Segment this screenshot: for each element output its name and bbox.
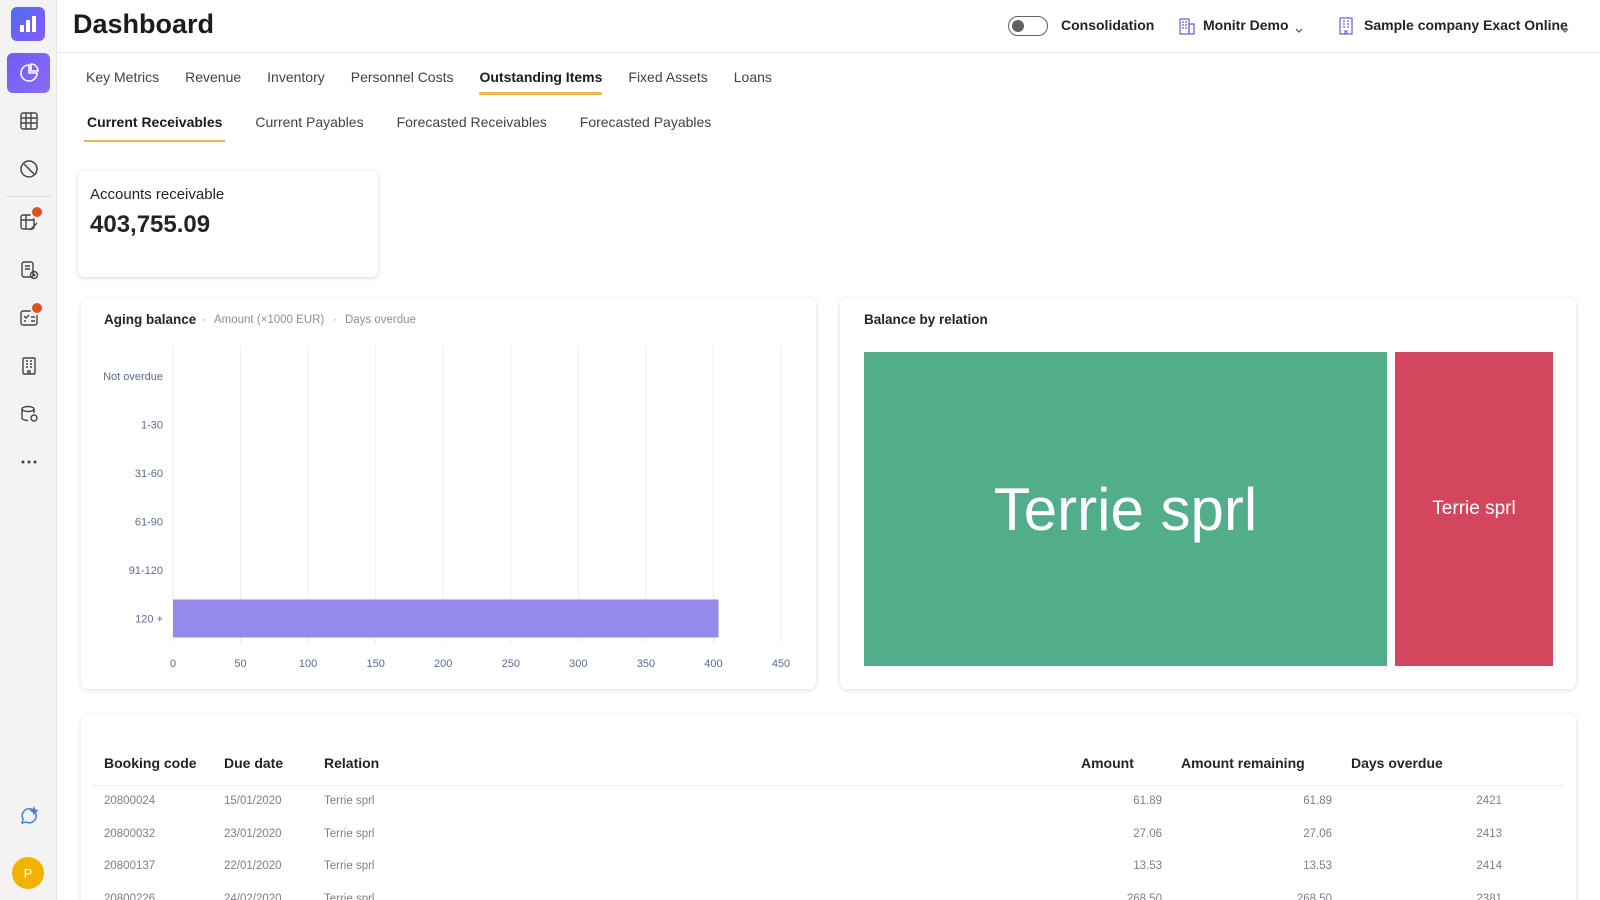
y-category-label: 31-60 (135, 468, 163, 480)
treemap-cell[interactable]: Terrie sprl (864, 352, 1387, 666)
no-entry-icon[interactable] (7, 149, 50, 189)
building-icon[interactable] (7, 346, 50, 386)
grid-icon[interactable] (7, 101, 50, 141)
x-tick-label: 400 (704, 658, 722, 670)
chevron-down-icon[interactable] (1294, 20, 1304, 39)
more-icon[interactable] (7, 442, 50, 482)
checklist-icon[interactable] (7, 298, 50, 338)
database-icon[interactable] (7, 394, 50, 434)
copilot-icon[interactable] (7, 797, 50, 837)
x-tick-label: 450 (772, 658, 790, 670)
cell-booking-code: 20800226 (104, 892, 156, 900)
cell-days-overdue: 2414 (1476, 860, 1502, 872)
cell-due-date: 15/01/2020 (224, 795, 282, 807)
cell-days-overdue: 2421 (1476, 795, 1502, 807)
page-title: Dashboard (73, 9, 215, 39)
cell-amount: 61.89 (1133, 795, 1162, 807)
cell-booking-code: 20800032 (104, 827, 156, 840)
x-tick-label: 150 (366, 658, 384, 670)
tab-outstanding-items[interactable]: Outstanding Items (479, 69, 602, 95)
tab-loans[interactable]: Loans (734, 69, 772, 95)
consolidation-label: Consolidation (1061, 17, 1155, 33)
receivables-table-panel (81, 714, 1576, 900)
x-tick-label: 100 (299, 658, 317, 670)
cell-booking-code: 20800137 (104, 860, 156, 872)
y-category-label: 1-30 (141, 420, 163, 432)
left-rail: P (0, 0, 57, 900)
cell-amount-remaining: 27.06 (1303, 827, 1332, 840)
cell-relation: Terrie sprl (324, 892, 375, 900)
toggle-knob (1012, 20, 1024, 32)
col-amount-remaining[interactable]: Amount remaining (1181, 755, 1305, 771)
y-category-label: 91-120 (129, 565, 163, 577)
cell-amount-remaining: 268.50 (1296, 892, 1332, 900)
cell-days-overdue: 2381 (1476, 892, 1502, 900)
col-relation[interactable]: Relation (324, 755, 379, 771)
top-header: Dashboard Consolidation Monitr Demo Samp… (57, 0, 1600, 53)
cell-due-date: 24/02/2020 (224, 892, 282, 900)
y-category-label: 61-90 (135, 517, 163, 529)
app-logo[interactable] (11, 7, 45, 41)
cell-relation: Terrie sprl (324, 860, 375, 872)
main-tabs: Key Metrics Revenue Inventory Personnel … (86, 69, 798, 95)
alert-badge (30, 301, 44, 315)
bar[interactable] (173, 599, 719, 638)
subtab-current-receivables[interactable]: Current Receivables (83, 114, 226, 142)
aging-balance-chart: 0 50 100 150 200 250 300 350 400 450 Not overdue 1-… (103, 346, 790, 670)
subtab-forecasted-receivables[interactable]: Forecasted Receivables (397, 114, 547, 142)
cell-relation: Terrie sprl (324, 795, 375, 807)
treemap-cell[interactable]: Terrie sprl (1395, 352, 1553, 666)
edit-sheet-icon[interactable] (7, 202, 50, 242)
col-amount[interactable]: Amount (1081, 755, 1134, 771)
x-tick-label: 350 (637, 658, 655, 670)
kpi-label: Accounts receivable (90, 186, 225, 203)
y-category-label: Not overdue (103, 371, 163, 383)
cell-amount: 27.06 (1133, 827, 1162, 840)
add-document-icon[interactable] (7, 250, 50, 290)
cell-amount: 268.50 (1126, 892, 1162, 900)
col-due-date[interactable]: Due date (224, 755, 283, 771)
sub-tabs: Current Receivables Current Payables For… (83, 114, 744, 142)
cell-due-date: 23/01/2020 (224, 827, 282, 840)
cell-amount-remaining: 13.53 (1303, 860, 1332, 872)
consolidation-toggle[interactable] (1008, 16, 1048, 36)
x-tick-label: 300 (569, 658, 587, 670)
subtab-forecasted-payables[interactable]: Forecasted Payables (580, 114, 712, 142)
tab-key-metrics[interactable]: Key Metrics (86, 69, 159, 95)
alert-badge (30, 205, 44, 219)
tab-personnel-costs[interactable]: Personnel Costs (351, 69, 454, 95)
dashboard-icon[interactable] (7, 53, 50, 93)
cell-relation: Terrie sprl (324, 827, 375, 840)
x-tick-label: 0 (170, 658, 176, 670)
cell-amount-remaining: 61.89 (1303, 795, 1332, 807)
accounts-receivable-card: Accounts receivable 403,755.09 (78, 171, 378, 277)
cell-booking-code: 20800024 (104, 795, 156, 807)
cell-days-overdue: 2413 (1476, 827, 1502, 840)
avatar[interactable]: P (12, 857, 44, 889)
x-tick-label: 50 (234, 658, 246, 670)
company-selector[interactable]: Sample company Exact Online (1364, 17, 1568, 33)
tab-revenue[interactable]: Revenue (185, 69, 241, 95)
x-tick-label: 200 (434, 658, 452, 670)
col-booking-code[interactable]: Booking code (104, 755, 197, 771)
x-tick-label: 250 (502, 658, 520, 670)
table-header-divider (93, 785, 1563, 786)
tab-inventory[interactable]: Inventory (267, 69, 325, 95)
kpi-value: 403,755.09 (90, 211, 211, 238)
subtab-current-payables[interactable]: Current Payables (255, 114, 363, 142)
organization-icon (1179, 17, 1195, 39)
company-icon (1339, 17, 1353, 39)
y-category-label: 120 + (135, 614, 163, 626)
chevron-down-icon[interactable] (1560, 20, 1570, 39)
org-selector[interactable]: Monitr Demo (1203, 17, 1289, 33)
cell-amount: 13.53 (1133, 860, 1162, 872)
cell-due-date: 22/01/2020 (224, 860, 282, 872)
treemap-title: Balance by relation (864, 312, 988, 327)
col-days-overdue[interactable]: Days overdue (1351, 755, 1443, 771)
tab-fixed-assets[interactable]: Fixed Assets (628, 69, 707, 95)
